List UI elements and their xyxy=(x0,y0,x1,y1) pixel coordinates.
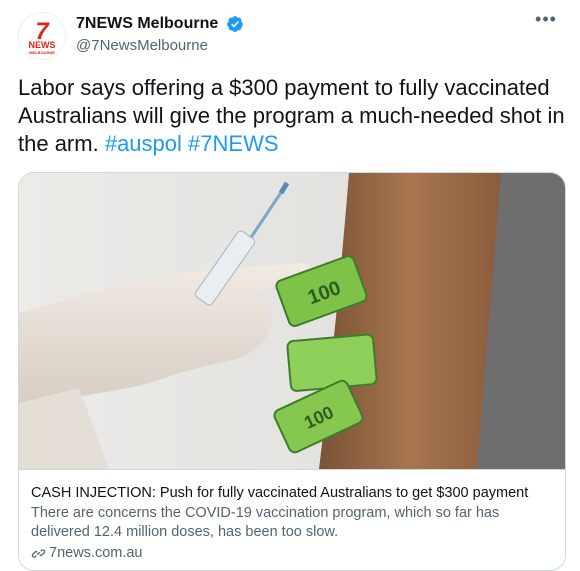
display-name[interactable]: 7NEWS Melbourne xyxy=(76,14,218,34)
name-block: 7NEWS Melbourne @7NewsMelbourne xyxy=(76,14,244,56)
verified-badge-icon xyxy=(226,16,243,32)
hashtag-link[interactable]: #auspol xyxy=(105,131,182,156)
card-image[interactable]: 100 100 xyxy=(19,173,565,469)
tweet-header: 7 NEWS MELBOURNE 7NEWS Melbourne @7NewsM… xyxy=(18,10,564,60)
logo-city: MELBOURNE xyxy=(29,50,55,55)
7news-logo: 7 NEWS MELBOURNE xyxy=(19,13,65,59)
card-domain-text: 7news.com.au xyxy=(49,545,143,561)
card-body[interactable]: CASH INJECTION: Push for fully vaccinate… xyxy=(19,469,565,570)
avatar[interactable]: 7 NEWS MELBOURNE xyxy=(18,12,66,60)
tweet-body: Labor says offering a $300 payment to fu… xyxy=(18,75,565,156)
tweet-text: Labor says offering a $300 payment to fu… xyxy=(18,74,566,158)
hashtag-link[interactable]: #7NEWS xyxy=(188,131,278,156)
user-handle[interactable]: @7NewsMelbourne xyxy=(76,36,244,56)
vaccination-cash-photo: 100 100 xyxy=(19,173,565,469)
card-description: There are concerns the COVID-19 vaccinat… xyxy=(31,505,500,540)
logo-sub: NEWS xyxy=(29,40,56,50)
more-horizontal-icon[interactable]: ••• xyxy=(532,10,560,32)
card-title[interactable]: CASH INJECTION: Push for fully vaccinate… xyxy=(31,484,553,502)
link-preview-card[interactable]: 100 100 CASH INJECTION: Push for fully v… xyxy=(18,172,566,571)
link-icon xyxy=(31,548,46,558)
card-domain[interactable]: 7news.com.au xyxy=(31,544,553,562)
